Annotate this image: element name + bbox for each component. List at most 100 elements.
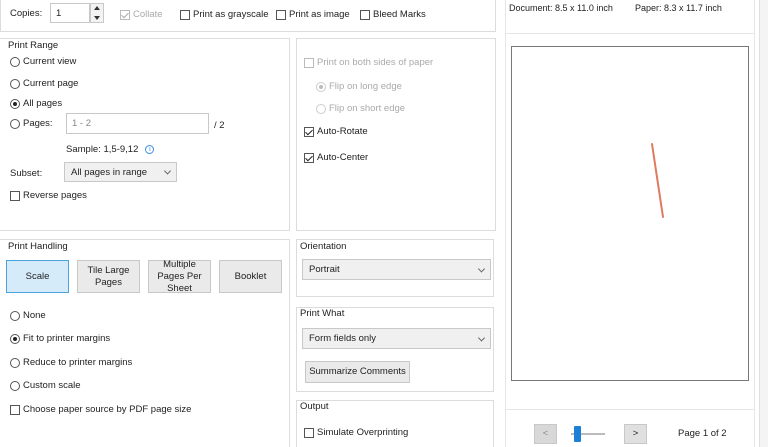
custom-scale-radio[interactable] <box>10 380 20 391</box>
both-sides-option[interactable]: Print on both sides of paper <box>304 57 433 68</box>
copies-value: 1 <box>56 7 62 19</box>
simulate-overprinting-checkbox[interactable] <box>304 427 314 438</box>
simulate-overprinting-option[interactable]: Simulate Overprinting <box>304 427 408 438</box>
flip-short-label: Flip on short edge <box>329 103 406 114</box>
tab-multiple-pages[interactable]: Multiple Pages Per Sheet <box>148 259 211 294</box>
chevron-down-icon <box>477 264 486 273</box>
orientation-select[interactable]: Portrait <box>302 259 491 280</box>
subset-value: All pages in range <box>71 166 148 178</box>
sample-text: Sample: 1,5-9,12 <box>66 144 139 155</box>
both-sides-label: Print on both sides of paper <box>317 57 434 68</box>
custom-scale-label: Custom scale <box>23 380 81 391</box>
print-image-checkbox[interactable] <box>276 9 286 20</box>
stepper-down-icon[interactable] <box>94 16 100 20</box>
pages-label: Pages: <box>23 118 53 129</box>
bleed-checkbox[interactable] <box>360 9 370 20</box>
output-title: Output <box>300 401 329 412</box>
simulate-overprinting-label: Simulate Overprinting <box>317 427 409 438</box>
collate-checkbox[interactable] <box>120 9 130 20</box>
auto-center-option[interactable]: Auto-Center <box>304 152 368 163</box>
current-view-option[interactable]: Current view <box>10 56 76 67</box>
paper-source-label: Choose paper source by PDF page size <box>23 404 192 415</box>
scale-none-label: None <box>23 310 46 321</box>
bleed-option[interactable]: Bleed Marks <box>360 9 426 20</box>
all-pages-option[interactable]: All pages <box>10 98 62 109</box>
tab-booklet[interactable]: Booklet <box>219 260 282 293</box>
scale-none-option[interactable]: None <box>10 310 46 321</box>
print-image-option[interactable]: Print as image <box>276 9 350 20</box>
pages-option[interactable]: Pages: <box>10 118 53 129</box>
page-info: Page 1 of 2 <box>678 428 727 439</box>
print-handling-title: Print Handling <box>8 241 68 252</box>
grayscale-checkbox[interactable] <box>180 9 190 20</box>
pages-radio[interactable] <box>10 118 20 129</box>
chevron-down-icon <box>477 333 486 342</box>
custom-scale-option[interactable]: Custom scale <box>10 380 81 391</box>
document-size: Document: 8.5 x 11.0 inch <box>509 3 613 13</box>
paper-source-option[interactable]: Choose paper source by PDF page size <box>10 404 191 415</box>
grayscale-option[interactable]: Print as grayscale <box>180 9 269 20</box>
pages-placeholder: 1 - 2 <box>72 118 92 129</box>
reduce-margins-label: Reduce to printer margins <box>23 357 133 368</box>
tab-tile-large-pages[interactable]: Tile Large Pages <box>77 260 140 293</box>
fit-margins-label: Fit to printer margins <box>23 333 111 344</box>
paper-size: Paper: 8.3 x 11.7 inch <box>635 3 722 13</box>
pages-input[interactable]: 1 - 2 <box>66 113 209 134</box>
flip-short-radio[interactable] <box>316 103 326 114</box>
auto-center-label: Auto-Center <box>317 152 369 163</box>
current-page-option[interactable]: Current page <box>10 78 78 89</box>
stepper-up-icon[interactable] <box>94 6 100 10</box>
reduce-margins-radio[interactable] <box>10 357 20 368</box>
slider-thumb[interactable] <box>573 426 581 442</box>
all-pages-label: All pages <box>23 98 63 109</box>
preview-page <box>511 46 749 381</box>
copies-input[interactable]: 1 <box>50 3 90 23</box>
print-what-title: Print What <box>300 308 345 319</box>
copies-label: Copies: <box>10 8 43 19</box>
subset-label: Subset: <box>10 168 43 179</box>
auto-rotate-option[interactable]: Auto-Rotate <box>304 126 368 137</box>
auto-rotate-checkbox[interactable] <box>304 126 314 137</box>
all-pages-radio[interactable] <box>10 98 20 109</box>
grayscale-label: Print as grayscale <box>193 9 269 20</box>
reduce-margins-option[interactable]: Reduce to printer margins <box>10 357 132 368</box>
page-slider[interactable] <box>571 425 605 443</box>
pages-total: / 2 <box>214 120 225 131</box>
orientation-value: Portrait <box>309 264 340 275</box>
flip-short-option[interactable]: Flip on short edge <box>316 103 405 114</box>
auto-center-checkbox[interactable] <box>304 152 314 163</box>
fit-margins-radio[interactable] <box>10 333 20 344</box>
copies-stepper[interactable] <box>90 3 104 23</box>
sample-hint: Sample: 1,5-9,12 i <box>66 144 155 155</box>
collate-label: Collate <box>133 9 163 20</box>
current-page-label: Current page <box>23 78 79 89</box>
preview-mark <box>651 143 664 218</box>
right-scrollbar[interactable] <box>759 0 768 447</box>
flip-long-label: Flip on long edge <box>329 81 402 92</box>
reverse-pages-option[interactable]: Reverse pages <box>10 190 87 201</box>
scale-none-radio[interactable] <box>10 310 20 321</box>
paper-source-checkbox[interactable] <box>10 404 20 415</box>
reverse-pages-label: Reverse pages <box>23 190 87 201</box>
collate-option[interactable]: Collate <box>120 9 163 20</box>
info-icon[interactable]: i <box>145 145 155 154</box>
current-page-radio[interactable] <box>10 78 20 89</box>
current-view-label: Current view <box>23 56 77 67</box>
chevron-down-icon <box>163 167 172 175</box>
auto-rotate-label: Auto-Rotate <box>317 126 368 137</box>
next-page-button[interactable]: > <box>624 424 647 444</box>
reverse-pages-checkbox[interactable] <box>10 190 20 201</box>
tab-scale[interactable]: Scale <box>6 260 69 293</box>
summarize-comments-button[interactable]: Summarize Comments <box>305 361 410 383</box>
fit-margins-option[interactable]: Fit to printer margins <box>10 333 110 344</box>
flip-long-radio[interactable] <box>316 81 326 92</box>
print-what-select[interactable]: Form fields only <box>302 328 491 349</box>
prev-page-button[interactable]: < <box>534 424 557 444</box>
subset-select[interactable]: All pages in range <box>64 162 177 182</box>
orientation-title: Orientation <box>300 241 347 252</box>
bleed-label: Bleed Marks <box>373 9 426 20</box>
flip-long-option[interactable]: Flip on long edge <box>316 81 402 92</box>
both-sides-checkbox[interactable] <box>304 57 314 68</box>
print-range-title: Print Range <box>8 40 59 51</box>
current-view-radio[interactable] <box>10 56 20 67</box>
